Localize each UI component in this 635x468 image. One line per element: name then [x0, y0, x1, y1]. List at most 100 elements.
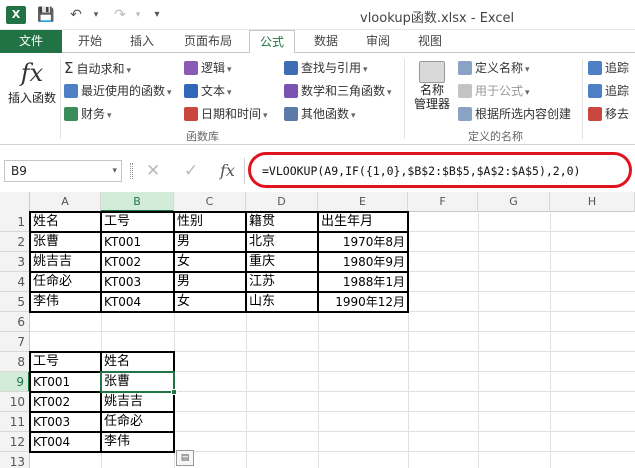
table-border-line	[245, 212, 247, 312]
defined-names-group-label: 定义的名称	[468, 130, 523, 143]
customize-qat-icon[interactable]: ▾	[150, 5, 164, 25]
row-header-1[interactable]: 1	[0, 212, 30, 232]
lookup-reference-label: 查找与引用	[301, 61, 362, 75]
lookup-reference-button[interactable]: 查找与引用 ▾	[284, 58, 368, 78]
name-manager-label-top: 名称	[419, 83, 444, 97]
logical-button[interactable]: 逻辑 ▾	[184, 58, 232, 78]
column-header-d[interactable]: D	[246, 192, 318, 212]
column-header-c[interactable]: C	[174, 192, 246, 212]
create-from-selection-icon	[458, 107, 472, 121]
tab-view[interactable]: 视图	[410, 30, 450, 53]
row-header-2[interactable]: 2	[0, 232, 30, 252]
ribbon: fx 插入函数 Σ 自动求和 ▾ 最近使用的函数 ▾ 财务 ▾ 逻辑 ▾ 文本 ▾ 日期和时…	[0, 53, 635, 145]
row-header-6[interactable]: 6	[0, 312, 30, 332]
formula-bar-splitter[interactable]	[130, 163, 133, 179]
row-header-10[interactable]: 10	[0, 392, 30, 412]
row-header-12[interactable]: 12	[0, 432, 30, 452]
lookup-icon	[284, 61, 298, 75]
define-name-label: 定义名称	[475, 61, 524, 75]
row-header-3[interactable]: 3	[0, 252, 30, 272]
row-header-8[interactable]: 8	[0, 352, 30, 372]
table-border-line	[317, 212, 319, 312]
math-trig-button[interactable]: 数学和三角函数 ▾	[284, 81, 392, 101]
financial-button[interactable]: 财务 ▾	[64, 104, 112, 124]
datetime-button[interactable]: 日期和时间 ▾	[184, 104, 268, 124]
tab-insert[interactable]: 插入	[122, 30, 162, 53]
row-header-11[interactable]: 11	[0, 412, 30, 432]
trace-dependents-icon	[588, 84, 602, 98]
row-header-4[interactable]: 4	[0, 272, 30, 292]
cancel-icon[interactable]: ✕	[146, 161, 160, 181]
logical-icon	[184, 61, 198, 75]
column-header-e[interactable]: E	[318, 192, 408, 212]
select-all-corner[interactable]	[0, 192, 30, 212]
define-name-icon	[458, 61, 472, 75]
redo-dropdown-icon[interactable]: ▾	[132, 5, 144, 25]
trace-precedents-icon	[588, 61, 602, 75]
row-header-7[interactable]: 7	[0, 332, 30, 352]
autosum-button[interactable]: Σ 自动求和 ▾	[64, 58, 131, 78]
undo-dropdown-icon[interactable]: ▾	[90, 5, 102, 25]
row-header-5[interactable]: 5	[0, 292, 30, 312]
insert-function-button[interactable]: fx 插入函数	[6, 57, 58, 106]
title-bar: X 💾 ↶ ▾ ↷ ▾ ▾ vlookup函数.xlsx - Excel	[0, 0, 635, 30]
excel-app-icon: X	[6, 6, 26, 24]
ribbon-divider	[582, 59, 583, 139]
trace-precedents-label: 追踪	[605, 61, 630, 75]
remove-arrows-button[interactable]: 移去	[588, 104, 629, 124]
datetime-label: 日期和时间	[201, 107, 262, 121]
use-in-formula-button[interactable]: 用于公式 ▾	[458, 81, 530, 101]
tab-data[interactable]: 数据	[306, 30, 346, 53]
save-icon[interactable]: 💾	[36, 5, 56, 25]
formula-bar: B9 ▾ ✕ ✓ fx =VLOOKUP(A9,IF({1,0},$B$2:$B…	[0, 150, 635, 192]
fx-icon: fx	[20, 59, 44, 87]
column-header-h[interactable]: H	[550, 192, 635, 212]
formula-highlight-oval	[248, 152, 632, 188]
column-header-f[interactable]: F	[408, 192, 478, 212]
function-library-group-label: 函数库	[186, 130, 219, 143]
name-box-dropdown-icon[interactable]: ▾	[112, 161, 117, 181]
theta-icon	[284, 84, 298, 98]
tab-review[interactable]: 审阅	[358, 30, 398, 53]
tab-formulas[interactable]: 公式	[249, 30, 295, 54]
define-name-button[interactable]: 定义名称 ▾	[458, 58, 530, 78]
tab-home[interactable]: 开始	[70, 30, 110, 53]
recent-functions-button[interactable]: 最近使用的函数 ▾	[64, 81, 172, 101]
trace-dependents-button[interactable]: 追踪	[588, 81, 629, 101]
row-header-9[interactable]: 9	[0, 372, 30, 392]
financial-icon	[64, 107, 78, 121]
text-button[interactable]: 文本 ▾	[184, 81, 232, 101]
column-header-a[interactable]: A	[30, 192, 101, 212]
tab-page-layout[interactable]: 页面布局	[176, 30, 240, 53]
sigma-icon: Σ	[64, 59, 74, 77]
create-from-selection-button[interactable]: 根据所选内容创建	[458, 104, 571, 124]
formula-bar-divider	[244, 158, 245, 184]
column-header-bar: ABCDEFGH	[0, 192, 635, 212]
insert-function-icon[interactable]: fx	[220, 161, 235, 180]
text-icon	[184, 84, 198, 98]
more-functions-button[interactable]: 其他函数 ▾	[284, 104, 356, 124]
more-functions-icon	[284, 107, 298, 121]
column-header-b[interactable]: B	[101, 192, 174, 212]
name-box-value: B9	[11, 164, 27, 178]
remove-arrows-label: 移去	[605, 107, 630, 121]
more-functions-label: 其他函数	[301, 107, 350, 121]
redo-icon[interactable]: ↷	[110, 5, 130, 25]
paste-options-icon[interactable]: ▤	[176, 450, 194, 466]
text-label: 文本	[201, 84, 226, 98]
undo-icon[interactable]: ↶	[66, 5, 86, 25]
table-border-line	[30, 231, 408, 233]
worksheet-grid[interactable]: ABCDEFGH 1 2 3 4 5 6 7 8 9 10 11 12 13 姓名 工号 性别 籍贯 出生年月 张曹…	[0, 192, 635, 468]
enter-icon[interactable]: ✓	[184, 161, 198, 181]
table-border-line	[100, 352, 102, 452]
fill-handle[interactable]	[171, 389, 177, 395]
column-header-g[interactable]: G	[478, 192, 550, 212]
trace-precedents-button[interactable]: 追踪	[588, 58, 629, 78]
row-header-13[interactable]: 13	[0, 452, 30, 468]
table-border-line	[30, 271, 408, 273]
ribbon-divider	[404, 59, 405, 139]
tab-file[interactable]: 文件	[0, 30, 62, 53]
name-box[interactable]: B9 ▾	[4, 160, 122, 182]
financial-label: 财务	[81, 107, 106, 121]
name-manager-button[interactable]: 名称 管理器	[410, 61, 454, 111]
